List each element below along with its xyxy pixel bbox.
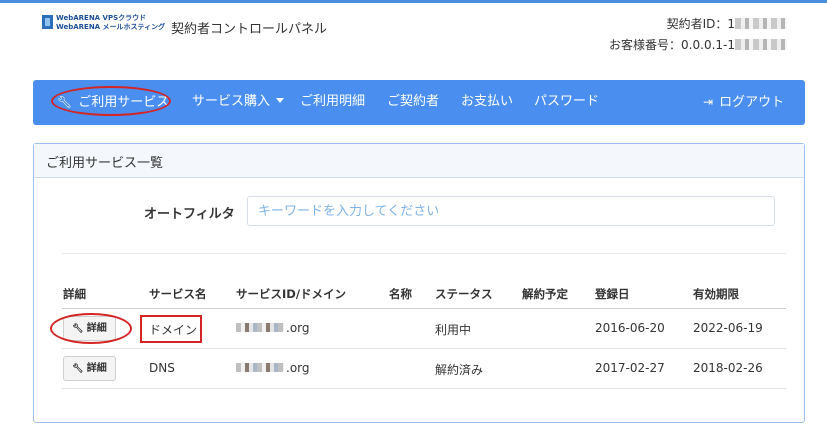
contract-id: 契約者ID：1 [666, 17, 735, 31]
header-divider [62, 308, 786, 309]
panel-title: ご利用サービス一覧 [46, 156, 164, 171]
col-header-detail: 詳細 [63, 287, 86, 301]
caret-down-icon [276, 98, 285, 103]
row-1-domain: .org [236, 321, 310, 335]
highlight-box-domain [140, 315, 202, 343]
col-header-name: 名称 [389, 287, 412, 301]
account-info: 契約者ID：1 お客様番号：0.0.0.1-1 [609, 14, 787, 56]
masked-domain [236, 363, 284, 372]
nav-item-contractor[interactable]: ご契約者 [387, 80, 439, 125]
detail-button-row-2[interactable]: 🔧︎ 詳細 [63, 356, 116, 381]
logo-line-1: WebARENA VPSクラウド [56, 14, 147, 22]
service-list-panel: ご利用サービス一覧 [33, 143, 805, 423]
logout-button[interactable]: ⇥ ログアウト [703, 80, 784, 125]
row-2-expires: 2018-02-26 [693, 361, 763, 375]
row-divider [62, 348, 786, 349]
masked-customer-number [735, 39, 787, 50]
col-header-registered: 登録日 [595, 287, 630, 301]
col-header-service-id: サービスID/ドメイン [236, 287, 347, 301]
logo-line-2: WebARENA メールホスティング [56, 23, 166, 31]
webarena-logo[interactable]: WebARENA VPSクラウド WebARENA メールホスティング [42, 13, 165, 33]
row-divider [62, 388, 786, 389]
top-accent-bar [0, 0, 827, 3]
row-2-domain: .org [236, 361, 310, 375]
masked-domain [236, 323, 284, 332]
logo-mark-icon [42, 15, 53, 29]
col-header-cancel-date: 解約予定 [522, 287, 568, 301]
auto-filter-input[interactable] [247, 196, 775, 226]
row-1-status: 利用中 [435, 323, 472, 337]
highlight-oval-detail [50, 313, 132, 344]
masked-contract-id [735, 18, 787, 29]
app-title: 契約者コントロールパネル [171, 22, 328, 37]
col-header-status: ステータス [435, 287, 493, 301]
row-2-service-name: DNS [149, 361, 175, 375]
logout-icon: ⇥ [703, 95, 714, 109]
row-2-registered: 2017-02-27 [595, 361, 665, 375]
wrench-icon: 🔧︎ [72, 364, 84, 374]
row-2-status: 解約済み [435, 363, 484, 377]
customer-number: お客様番号：0.0.0.1-1 [609, 38, 735, 52]
filter-separator [62, 253, 786, 254]
panel-header: ご利用サービス一覧 [34, 144, 804, 178]
nav-item-usage-statement[interactable]: ご利用明細 [300, 80, 365, 125]
auto-filter-label: オートフィルタ [144, 207, 235, 222]
nav-item-password[interactable]: パスワード [534, 80, 599, 125]
col-header-service-name: サービス名 [149, 287, 207, 301]
nav-item-purchase[interactable]: サービス購入 [192, 80, 285, 125]
row-1-registered: 2016-06-20 [595, 321, 665, 335]
nav-item-payment[interactable]: お支払い [461, 80, 513, 125]
highlight-oval-nav [51, 86, 171, 116]
row-1-expires: 2022-06-19 [693, 321, 763, 335]
col-header-expires: 有効期限 [693, 287, 739, 301]
